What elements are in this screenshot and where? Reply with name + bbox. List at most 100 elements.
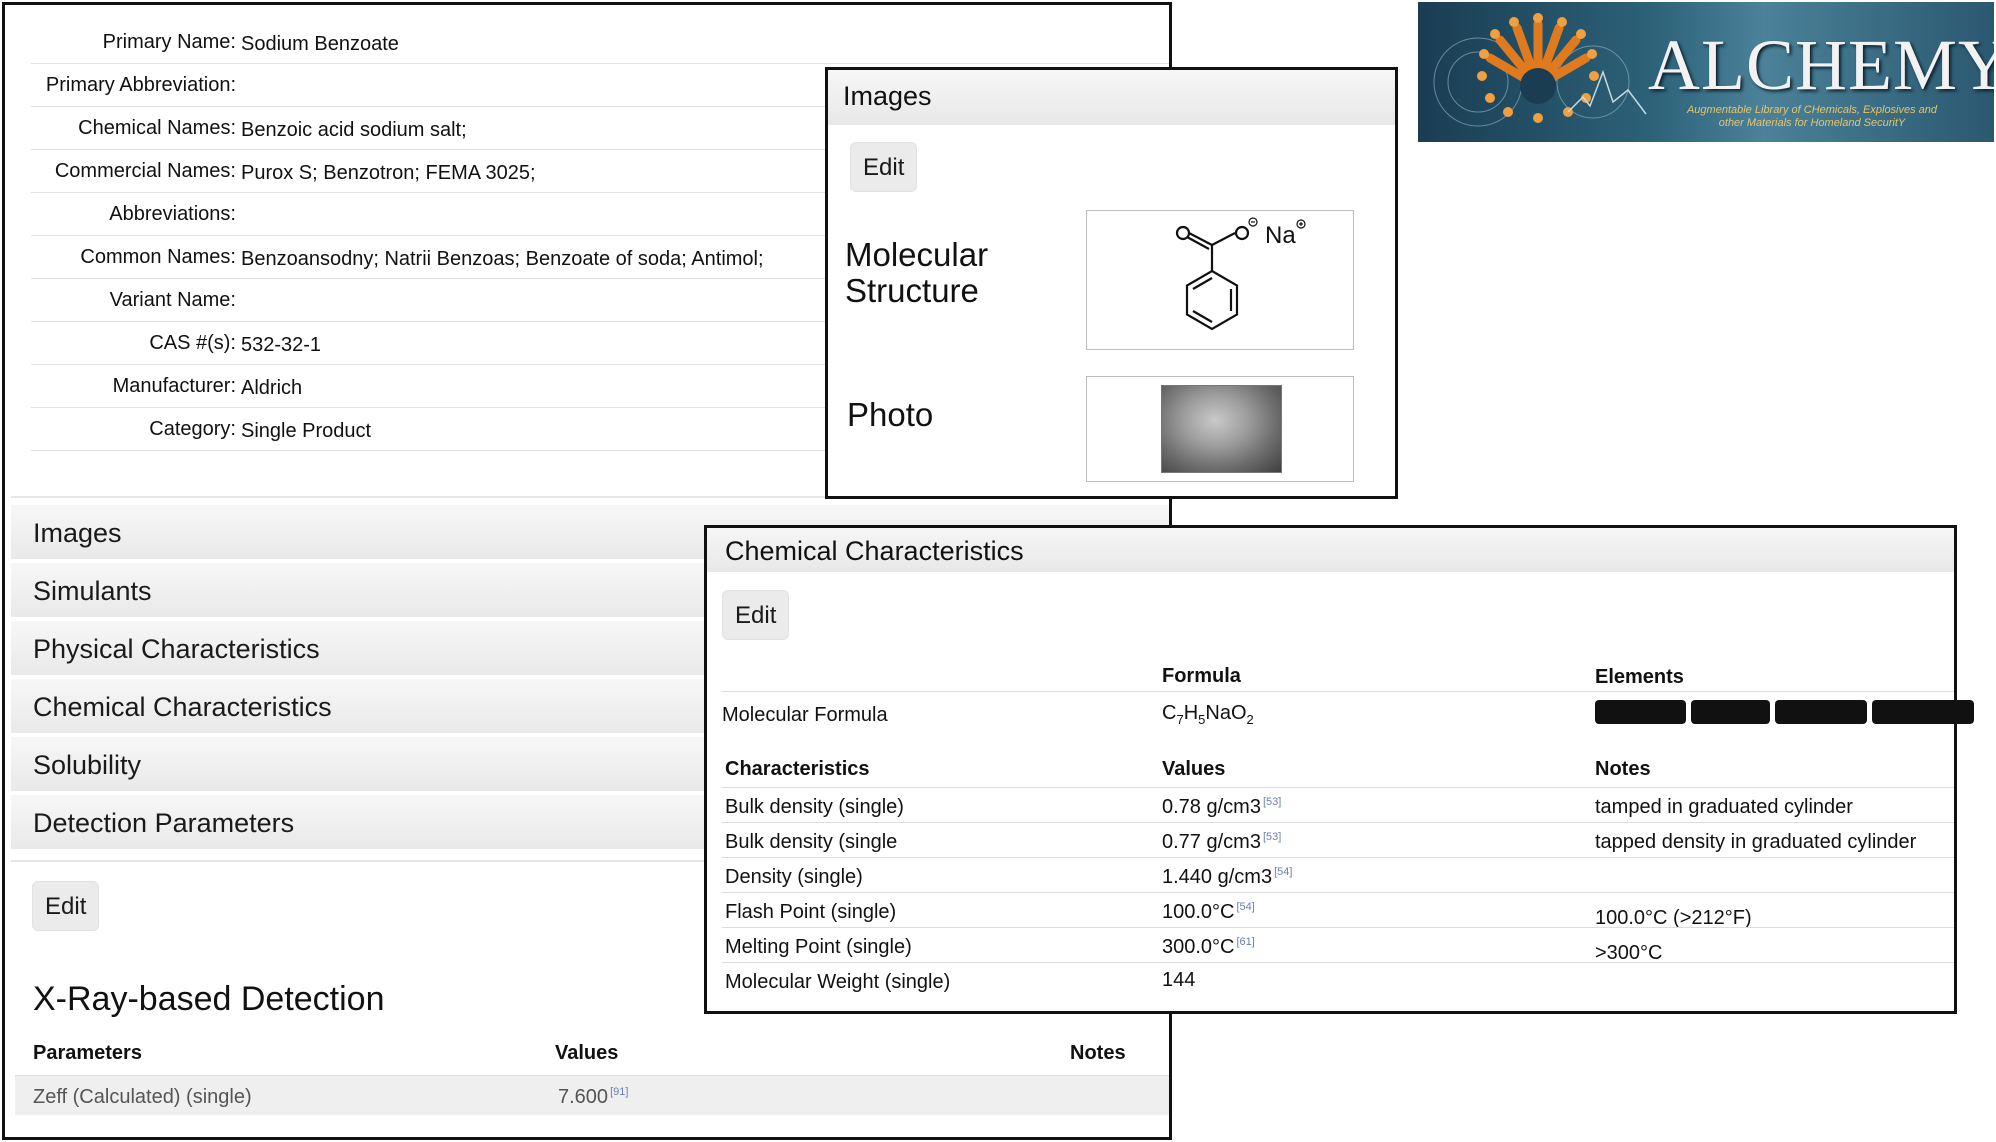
value-text: 300.0°C — [1162, 936, 1235, 958]
images-panel: Images Edit Molecular Structure Na Photo — [825, 67, 1398, 499]
characteristic-notes: tamped in graduated cylinder — [1595, 796, 1853, 818]
detection-edit-button[interactable]: Edit — [32, 881, 100, 931]
formula-part: NaO — [1205, 702, 1247, 724]
molecular-structure-label: Molecular Structure — [845, 237, 988, 309]
xray-header-parameters: Parameters — [33, 1042, 142, 1064]
reference-link[interactable]: [53] — [1263, 831, 1281, 843]
xray-header-values: Values — [555, 1042, 619, 1064]
reference-link[interactable]: [61] — [1237, 936, 1255, 948]
field-label: Category: — [149, 418, 236, 440]
field-value: Single Product — [241, 420, 372, 442]
section-label: Images — [33, 518, 122, 548]
photo-frame[interactable] — [1086, 376, 1354, 482]
element-badge: C 58.3% — [1595, 700, 1686, 724]
characteristic-value: 100.0°C [54] — [1162, 901, 1255, 924]
xray-header-notes: Notes — [1070, 1042, 1126, 1064]
field-value: Sodium Benzoate — [241, 33, 399, 55]
field-value: Benzoansodny; Natrii Benzoas; Benzoate o… — [241, 248, 764, 270]
logo-subtitle: Augmentable Library of CHemicals, Explos… — [1642, 104, 1982, 130]
table-row: Bulk density (single 0.77 g/cm3 [53] tapp… — [722, 822, 1954, 857]
formula-part: H — [1183, 702, 1199, 724]
field-value: Benzoic acid sodium salt; — [241, 119, 467, 141]
characteristic-notes: tapped density in graduated cylinder — [1595, 831, 1917, 853]
characteristic-value: 0.78 g/cm3 [53] — [1162, 796, 1281, 819]
element-badge: O 22.2% — [1775, 700, 1868, 724]
element-badge: Na 16.0% — [1872, 700, 1974, 724]
value-text: 0.77 g/cm3 — [1162, 831, 1261, 853]
reference-link[interactable]: [54] — [1237, 901, 1255, 913]
logo-subtitle-line: Augmentable Library of CHemicals, Explos… — [1686, 104, 1938, 116]
images-edit-button[interactable]: Edit — [850, 142, 918, 192]
benzoate-structure-icon: Na — [1175, 217, 1306, 331]
field-label: Manufacturer: — [112, 375, 236, 397]
xray-parameter: Zeff (Calculated) (single) — [33, 1086, 252, 1108]
characteristic-name: Density (single) — [725, 866, 863, 888]
table-row: Zeff (Calculated) (single) 7.600 [91] — [15, 1075, 1169, 1115]
reference-link[interactable]: [54] — [1274, 866, 1292, 878]
field-label: Abbreviations: — [109, 203, 236, 225]
characteristic-name: Molecular Weight (single) — [725, 971, 951, 993]
table-row: Bulk density (single) 0.78 g/cm3 [53] tam… — [722, 787, 1954, 822]
chem-panel-header: Chemical Characteristics — [707, 528, 1954, 572]
field-label: Primary Name: — [102, 31, 236, 53]
table-row: Flash Point (single) 100.0°C [54] 100.0°C… — [722, 892, 1954, 929]
table-row: Melting Point (single) 300.0°C [61] >300°… — [722, 927, 1954, 964]
value-text: 0.78 g/cm3 — [1162, 796, 1261, 818]
section-label: Chemical Characteristics — [33, 692, 332, 722]
value-text: 100.0°C — [1162, 901, 1235, 923]
formula-subscript: 2 — [1246, 712, 1254, 727]
characteristic-value: 0.77 g/cm3 [53] — [1162, 831, 1281, 854]
characteristic-name: Bulk density (single — [725, 831, 898, 853]
field-label: CAS #(s): — [149, 332, 236, 354]
reference-link[interactable]: [91] — [610, 1086, 628, 1098]
chemical-characteristics-panel: Chemical Characteristics Edit Formula El… — [704, 525, 1974, 1014]
molecular-formula-value: C7H5NaO2 — [1162, 702, 1254, 727]
xray-detection-title: X-Ray-based Detection — [33, 980, 385, 1018]
chem-edit-button[interactable]: Edit — [722, 590, 790, 640]
field-primary-name: Primary Name: Sodium Benzoate — [31, 21, 1169, 64]
field-value: 532-32-1 — [241, 334, 322, 356]
field-label: Primary Abbreviation: — [45, 74, 236, 96]
header-characteristics: Characteristics — [725, 758, 870, 780]
alchemy-logo: ALCHEMY Augmentable Library of CHemicals… — [1418, 2, 1994, 142]
section-label: Detection Parameters — [33, 808, 295, 838]
sample-photo — [1161, 385, 1282, 473]
section-label: Simulants — [33, 576, 152, 606]
chem-panel-title: Chemical Characteristics — [725, 536, 1024, 566]
logo-title: ALCHEMY — [1648, 25, 1994, 105]
section-label: Solubility — [33, 750, 142, 780]
xray-value-text: 7.600 — [558, 1086, 609, 1108]
field-value: Purox S; Benzotron; FEMA 3025; — [241, 162, 536, 184]
table-row: Density (single) 1.440 g/cm3 [54] — [722, 857, 1954, 892]
field-label: Chemical Names: — [78, 117, 236, 139]
characteristic-value: 300.0°C [61] — [1162, 936, 1255, 959]
field-label: Common Names: — [80, 246, 236, 268]
header-elements: Elements — [1595, 666, 1684, 688]
molecular-label-line: Structure — [845, 272, 979, 309]
formula-part: C — [1162, 702, 1177, 724]
characteristic-name: Melting Point (single) — [725, 936, 912, 958]
section-label: Physical Characteristics — [33, 634, 320, 664]
header-notes: Notes — [1595, 758, 1651, 780]
molecular-structure-image[interactable]: Na — [1086, 210, 1354, 350]
characteristic-name: Bulk density (single) — [725, 796, 904, 818]
field-value: Aldrich — [241, 377, 303, 399]
characteristic-value: 144 — [1162, 969, 1196, 991]
molecular-formula-row: Molecular Formula C7H5NaO2 C 58.3% H 3.5%… — [722, 691, 1974, 733]
molecular-label-line: Molecular — [845, 236, 989, 273]
characteristic-name: Flash Point (single) — [725, 901, 897, 923]
value-text: 1.440 g/cm3 — [1162, 866, 1273, 888]
logo-sunburst-icon — [1433, 13, 1647, 127]
field-label: Variant Name: — [109, 289, 236, 311]
images-panel-title: Images — [843, 81, 932, 111]
table-row: Molecular Weight (single) 144 — [722, 962, 1954, 997]
header-formula: Formula — [1162, 665, 1241, 687]
element-badge: H 3.5% — [1690, 700, 1771, 724]
sodium-cation-label: Na — [1265, 222, 1296, 249]
field-label: Commercial Names: — [54, 160, 236, 182]
photo-label: Photo — [847, 396, 934, 433]
characteristic-value: 1.440 g/cm3 [54] — [1162, 866, 1292, 889]
reference-link[interactable]: [53] — [1263, 796, 1281, 808]
xray-value: 7.600 [91] — [558, 1086, 628, 1109]
header-values: Values — [1162, 758, 1226, 780]
